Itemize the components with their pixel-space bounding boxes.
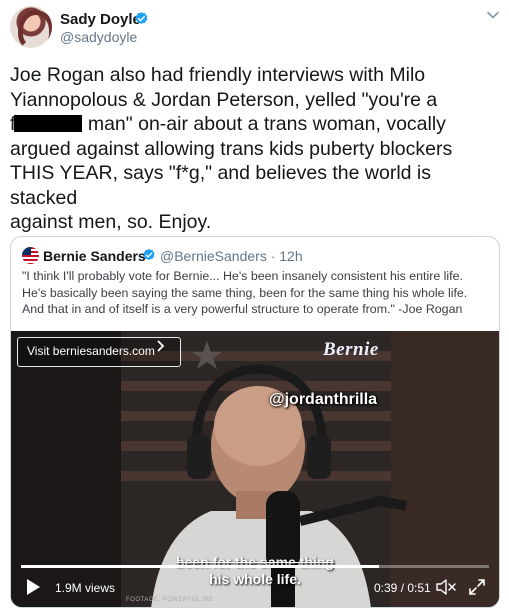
tweet-line: Yiannopolous & Jordan Peterson, yelled "… — [10, 88, 438, 111]
quoted-tweet-time[interactable]: · 12h — [271, 248, 303, 264]
tweet-line: argued against allowing trans kids puber… — [10, 137, 453, 160]
tweet-text: Joe Rogan also had friendly interviews w… — [10, 63, 502, 235]
quoted-line: "I think I'll probably vote for Bernie..… — [22, 269, 463, 283]
expand-icon[interactable] — [467, 577, 487, 597]
quoted-author-name[interactable]: Bernie Sanders — [43, 248, 146, 264]
chevron-down-icon[interactable] — [486, 8, 500, 22]
video-progress-fill — [21, 565, 380, 568]
verified-badge-icon — [135, 11, 148, 24]
tweet-line: against men, so. Enjoy. — [10, 211, 212, 233]
video-time: 0:39 / 0:51 — [374, 581, 431, 595]
quoted-author-avatar[interactable] — [22, 247, 39, 264]
author-name[interactable]: Sady Doyle — [60, 11, 141, 28]
quoted-tweet-text: "I think I'll probably vote for Bernie..… — [22, 268, 492, 318]
view-count: 1.9M views — [55, 581, 116, 595]
quoted-line: And that in and of itself is a very powe… — [22, 302, 463, 316]
video-player[interactable]: Visit berniesanders.com Bernie @jordanth… — [11, 331, 499, 607]
tweet-line: Joe Rogan also had friendly interviews w… — [10, 64, 426, 86]
video-watermark: @jordanthrilla — [269, 391, 378, 408]
footage-credit: FOOTAGE: POWERFULJRE — [126, 597, 214, 603]
quoted-author-meta: @BernieSanders · 12h — [160, 248, 303, 264]
author-handle[interactable]: @sadydoyle — [60, 29, 137, 45]
tweet-line: f man" on-air about a trans woman, vocal… — [10, 112, 502, 137]
chevron-right-icon — [157, 340, 165, 352]
redaction-bar — [14, 115, 83, 132]
tweet-line: THIS YEAR, says "f*g," and believes the … — [10, 162, 432, 209]
visit-website-label: Visit berniesanders.com — [27, 344, 155, 358]
mute-icon[interactable] — [435, 577, 457, 597]
quoted-tweet-card[interactable]: Bernie Sanders @BernieSanders · 12h "I t… — [10, 236, 500, 608]
quoted-line: He's basically been saying the same thin… — [22, 285, 468, 300]
verified-badge-icon — [143, 248, 155, 261]
tweet-line-end: man" on-air about a trans woman, vocally — [82, 113, 446, 135]
author-avatar[interactable] — [10, 6, 52, 48]
video-progress-bar[interactable] — [21, 565, 489, 568]
campaign-logo: Bernie — [323, 339, 379, 360]
quoted-author-handle[interactable]: @BernieSanders — [160, 248, 267, 264]
play-icon[interactable] — [25, 578, 41, 596]
